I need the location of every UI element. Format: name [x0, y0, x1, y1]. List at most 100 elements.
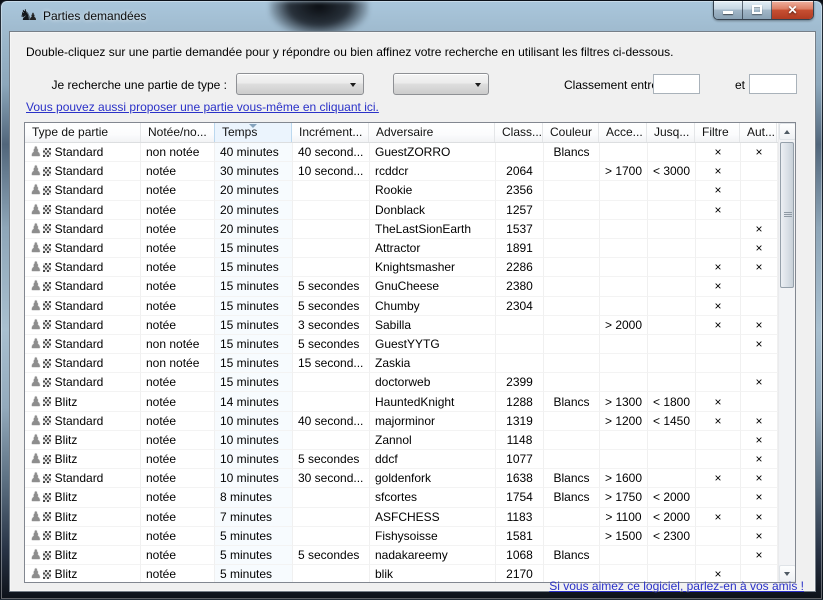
table-row[interactable]: ♟Standardnotée20 minutesDonblack1257× [25, 201, 778, 220]
column-header-label: Aut... [747, 125, 775, 139]
table-row[interactable]: ♟Blitznotée7 minutesASFCHESS1183> 1100< … [25, 508, 778, 527]
window-controls: ✕ [713, 1, 814, 20]
cell-opponent: rcddcr [370, 162, 496, 181]
cell-rated: notée [141, 469, 215, 488]
games-table-main: Type de partieNotée/no...TempsIncrément.… [25, 123, 778, 582]
table-row[interactable]: ♟Standardnotée15 minutesdoctorweb2399× [25, 373, 778, 392]
cell-increment [293, 565, 370, 583]
game-type-text: Blitz [55, 527, 78, 545]
table-row[interactable]: ♟Blitznotée14 minutesHauntedKnight1288Bl… [25, 392, 778, 411]
table-row[interactable]: ♟Standardnotée15 minutes5 secondesChumby… [25, 297, 778, 316]
game-type-select[interactable] [236, 73, 364, 95]
cell-color [544, 354, 600, 373]
column-header-opponent[interactable]: Adversaire [369, 123, 495, 142]
table-row[interactable]: ♟Standardnon notée15 minutes15 second...… [25, 354, 778, 373]
cell-color: Blancs [544, 392, 600, 411]
scrollbar-thumb[interactable] [780, 142, 794, 288]
cell-rating: 1077 [496, 450, 544, 469]
table-row[interactable]: ♟Blitznotée5 minutes5 secondesnadakareem… [25, 546, 778, 565]
cell-accept_min: > 1200 [600, 412, 648, 431]
cell-accept_min: > 1100 [600, 508, 648, 527]
table-row[interactable]: ♟Standardnotée15 minutes5 secondesGnuChe… [25, 277, 778, 296]
column-header-increment[interactable]: Incrément... [292, 123, 369, 142]
column-header-rated[interactable]: Notée/no... [141, 123, 215, 142]
table-row[interactable]: ♟Blitznotée10 minutesZannol1148× [25, 431, 778, 450]
minimize-button[interactable] [714, 1, 743, 19]
cell-accept_min [600, 201, 648, 220]
cell-accept_max [648, 201, 696, 220]
table-row[interactable]: ♟Blitznotée10 minutes5 secondesddcf1077× [25, 450, 778, 469]
cell-accept_max: < 1800 [648, 392, 696, 411]
cell-increment: 10 second... [293, 162, 370, 181]
cell-filter: × [696, 297, 741, 316]
pawn-icon: ♟ [30, 203, 51, 217]
cell-increment: 30 second... [293, 469, 370, 488]
table-row[interactable]: ♟Standardnotée30 minutes10 second...rcdd… [25, 162, 778, 181]
propose-game-link[interactable]: Vous pouvez aussi proposer une partie vo… [26, 100, 379, 114]
scroll-up-button[interactable] [779, 123, 796, 140]
cell-opponent: GuestZORRO [370, 143, 496, 162]
column-header-color[interactable]: Couleur [543, 123, 599, 142]
vertical-scrollbar[interactable] [778, 123, 795, 582]
share-link[interactable]: Si vous aimez ce logiciel, parlez-en à v… [549, 579, 804, 593]
cell-time: 15 minutes [215, 316, 293, 335]
cell-auto [741, 162, 778, 181]
table-row[interactable]: ♟Standardnon notée15 minutes5 secondesGu… [25, 335, 778, 354]
cell-time: 20 minutes [215, 181, 293, 200]
pawn-icon: ♟ [30, 260, 51, 274]
table-row[interactable]: ♟Standardnotée15 minutes3 secondesSabill… [25, 316, 778, 335]
pawn-icon: ♟ [30, 279, 51, 293]
cell-type: ♟Standard [25, 335, 141, 354]
cell-rated: notée [141, 277, 215, 296]
table-row[interactable]: ♟Standardnon notée40 minutes40 second...… [25, 143, 778, 162]
cell-filter [696, 220, 741, 239]
close-button[interactable]: ✕ [772, 1, 813, 19]
table-row[interactable]: ♟Standardnotée20 minutesTheLastSionEarth… [25, 220, 778, 239]
cell-accept_min [600, 297, 648, 316]
table-row[interactable]: ♟Standardnotée15 minutesKnightsmasher228… [25, 258, 778, 277]
column-header-time[interactable]: Temps [214, 123, 292, 142]
column-header-filter[interactable]: Filtre [695, 123, 740, 142]
cell-time: 14 minutes [215, 392, 293, 411]
game-type-text: Standard [55, 469, 104, 487]
games-table: Type de partieNotée/no...TempsIncrément.… [24, 122, 796, 583]
column-header-accept_max[interactable]: Jusq... [647, 123, 695, 142]
column-header-accept_min[interactable]: Acce... [599, 123, 647, 142]
cell-increment [293, 373, 370, 392]
table-row[interactable]: ♟Standardnotée10 minutes30 second...gold… [25, 469, 778, 488]
cell-type: ♟Standard [25, 181, 141, 200]
column-header-type[interactable]: Type de partie [25, 123, 141, 142]
cell-auto: × [741, 373, 778, 392]
table-row[interactable]: ♟Blitznotée8 minutessfcortes1754Blancs> … [25, 488, 778, 507]
cell-time: 15 minutes [215, 277, 293, 296]
maximize-button[interactable] [743, 1, 772, 19]
cell-type: ♟Blitz [25, 527, 141, 546]
pawn-icon: ♟ [30, 356, 51, 370]
rating-min-input[interactable] [653, 74, 700, 94]
cell-rating: 1148 [496, 431, 544, 450]
close-icon: ✕ [772, 1, 813, 19]
rating-max-input[interactable] [749, 74, 797, 94]
game-subtype-select[interactable] [393, 73, 489, 95]
table-row[interactable]: ♟Standardnotée15 minutesAttractor1891× [25, 239, 778, 258]
table-row[interactable]: ♟Blitznotée5 minutesFishysoisse1581> 150… [25, 527, 778, 546]
cell-filter: × [696, 392, 741, 411]
title-bar[interactable]: ♞♟ Parties demandées ✕ [1, 1, 822, 31]
column-header-label: Filtre [702, 125, 729, 139]
table-row[interactable]: ♟Standardnotée20 minutesRookie2356× [25, 181, 778, 200]
cell-color: Blancs [544, 488, 600, 507]
table-row[interactable]: ♟Standardnotée10 minutes40 second...majo… [25, 412, 778, 431]
column-header-rating[interactable]: Class... [495, 123, 543, 142]
cell-accept_min [600, 239, 648, 258]
cell-accept_min: > 2000 [600, 316, 648, 335]
cell-auto: × [741, 508, 778, 527]
cell-type: ♟Blitz [25, 508, 141, 527]
cell-accept_min: > 1600 [600, 469, 648, 488]
column-header-auto[interactable]: Aut... [740, 123, 777, 142]
pawn-icon: ♟ [30, 183, 51, 197]
cell-increment [293, 431, 370, 450]
cell-type: ♟Blitz [25, 488, 141, 507]
pawn-icon: ♟ [30, 567, 51, 581]
cell-opponent: Donblack [370, 201, 496, 220]
game-type-text: Standard [55, 258, 104, 276]
